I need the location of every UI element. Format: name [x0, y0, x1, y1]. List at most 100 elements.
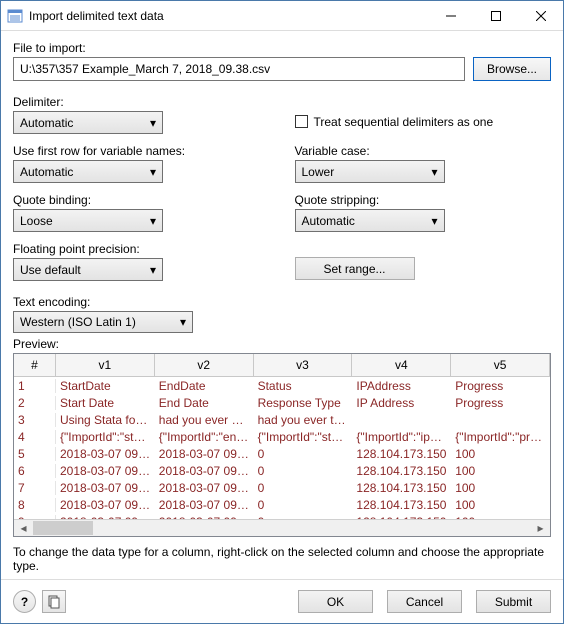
browse-button[interactable]: Browse...: [473, 57, 551, 81]
cancel-button[interactable]: Cancel: [387, 590, 462, 613]
scroll-thumb[interactable]: [33, 521, 93, 535]
chevron-down-icon: ▾: [150, 165, 156, 179]
text-encoding-label: Text encoding:: [13, 295, 551, 309]
grid-body: 1StartDateEndDateStatusIPAddressProgress…: [14, 377, 550, 519]
cell: 100: [451, 464, 550, 478]
cell: EndDate: [155, 379, 254, 393]
table-row[interactable]: 2Start DateEnd DateResponse TypeIP Addre…: [14, 394, 550, 411]
cell: IP Address: [352, 396, 451, 410]
cell: {"ImportId":"ipAdd...: [352, 430, 451, 444]
submit-button[interactable]: Submit: [476, 590, 551, 613]
cell: IPAddress: [352, 379, 451, 393]
cell: {"ImportId":"startD...: [56, 430, 155, 444]
chevron-down-icon: ▾: [431, 165, 437, 179]
quote-binding-value: Loose: [20, 214, 53, 228]
window-title: Import delimited text data: [29, 9, 428, 23]
cell: 100: [451, 481, 550, 495]
minimize-button[interactable]: [428, 1, 473, 30]
set-range-button[interactable]: Set range...: [295, 257, 415, 280]
horizontal-scrollbar[interactable]: ◂ ▸: [14, 519, 550, 536]
first-row-value: Automatic: [20, 165, 73, 179]
scroll-left-icon[interactable]: ◂: [15, 521, 32, 536]
col-header[interactable]: v4: [352, 354, 451, 376]
cell: {"ImportId":"progr...: [451, 430, 550, 444]
float-prec-value: Use default: [20, 263, 81, 277]
first-row-select[interactable]: Automatic ▾: [13, 160, 163, 183]
quote-binding-select[interactable]: Loose ▾: [13, 209, 163, 232]
cell: 2018-03-07 09:31...: [56, 447, 155, 461]
cell: Response Type: [254, 396, 353, 410]
chevron-down-icon: ▾: [150, 116, 156, 130]
cell: 2: [14, 396, 56, 410]
cell: 2018-03-07 09:36...: [155, 464, 254, 478]
quote-stripping-value: Automatic: [302, 214, 355, 228]
chevron-down-icon: ▾: [431, 214, 437, 228]
cell: 128.104.173.150: [352, 498, 451, 512]
cell: 1: [14, 379, 56, 393]
cell: 100: [451, 498, 550, 512]
table-row[interactable]: 3Using Stata for a... had you ever wri..…: [14, 411, 550, 428]
delimiter-select[interactable]: Automatic ▾: [13, 111, 163, 134]
table-row[interactable]: 72018-03-07 09:36...2018-03-07 09:36...0…: [14, 479, 550, 496]
cell: 0: [254, 498, 353, 512]
col-header[interactable]: v1: [56, 354, 155, 376]
cell: Progress: [451, 396, 550, 410]
ok-button[interactable]: OK: [298, 590, 373, 613]
cell: 2018-03-07 09:36...: [56, 481, 155, 495]
cell: Status: [254, 379, 353, 393]
table-row[interactable]: 52018-03-07 09:31...2018-03-07 09:35...0…: [14, 445, 550, 462]
col-header[interactable]: v2: [155, 354, 254, 376]
cell: 128.104.173.150: [352, 464, 451, 478]
scroll-right-icon[interactable]: ▸: [532, 521, 549, 536]
cell: 6: [14, 464, 56, 478]
variable-case-value: Lower: [302, 165, 335, 179]
table-row[interactable]: 1StartDateEndDateStatusIPAddressProgress: [14, 377, 550, 394]
col-header[interactable]: v3: [254, 354, 353, 376]
cell: 8: [14, 498, 56, 512]
cell: 2018-03-07 09:37...: [155, 498, 254, 512]
chevron-down-icon: ▾: [150, 214, 156, 228]
close-button[interactable]: [518, 1, 563, 30]
variable-case-select[interactable]: Lower ▾: [295, 160, 445, 183]
float-prec-select[interactable]: Use default ▾: [13, 258, 163, 281]
cell: 5: [14, 447, 56, 461]
quote-binding-label: Quote binding:: [13, 193, 270, 207]
chevron-down-icon: ▾: [180, 315, 186, 329]
cell: End Date: [155, 396, 254, 410]
treat-sequential-checkbox[interactable]: [295, 115, 308, 128]
copy-button[interactable]: [42, 590, 66, 613]
preview-label: Preview:: [13, 337, 551, 351]
hint-text: To change the data type for a column, ri…: [13, 545, 551, 573]
col-header[interactable]: v5: [451, 354, 550, 376]
cell: 4: [14, 430, 56, 444]
table-row[interactable]: 82018-03-07 09:37...2018-03-07 09:37...0…: [14, 496, 550, 513]
cell: 7: [14, 481, 56, 495]
cell: 0: [254, 481, 353, 495]
table-row[interactable]: 4{"ImportId":"startD...{"ImportId":"endD…: [14, 428, 550, 445]
col-header[interactable]: #: [14, 354, 56, 376]
cell: 0: [254, 464, 353, 478]
cell: StartDate: [56, 379, 155, 393]
cell: 2018-03-07 09:35...: [155, 447, 254, 461]
help-button[interactable]: ?: [13, 590, 36, 613]
quote-stripping-select[interactable]: Automatic ▾: [295, 209, 445, 232]
table-row[interactable]: 62018-03-07 09:35...2018-03-07 09:36...0…: [14, 462, 550, 479]
quote-stripping-label: Quote stripping:: [295, 193, 552, 207]
cell: 128.104.173.150: [352, 447, 451, 461]
app-icon: [7, 8, 23, 24]
preview-grid: # v1 v2 v3 v4 v5 1StartDateEndDateStatus…: [13, 353, 551, 537]
cell: 2018-03-07 09:36...: [155, 481, 254, 495]
file-input[interactable]: [13, 57, 465, 81]
cell: had you ever tak...: [254, 413, 353, 427]
cell: Using Stata for a...: [56, 413, 155, 427]
first-row-label: Use first row for variable names:: [13, 144, 270, 158]
cell: Start Date: [56, 396, 155, 410]
delimiter-value: Automatic: [20, 116, 73, 130]
chevron-down-icon: ▾: [150, 263, 156, 277]
cell: 0: [254, 447, 353, 461]
delimiter-label: Delimiter:: [13, 95, 270, 109]
cell: 2018-03-07 09:37...: [56, 498, 155, 512]
text-encoding-select[interactable]: Western (ISO Latin 1)▾: [13, 311, 193, 333]
file-label: File to import:: [13, 41, 551, 55]
maximize-button[interactable]: [473, 1, 518, 30]
